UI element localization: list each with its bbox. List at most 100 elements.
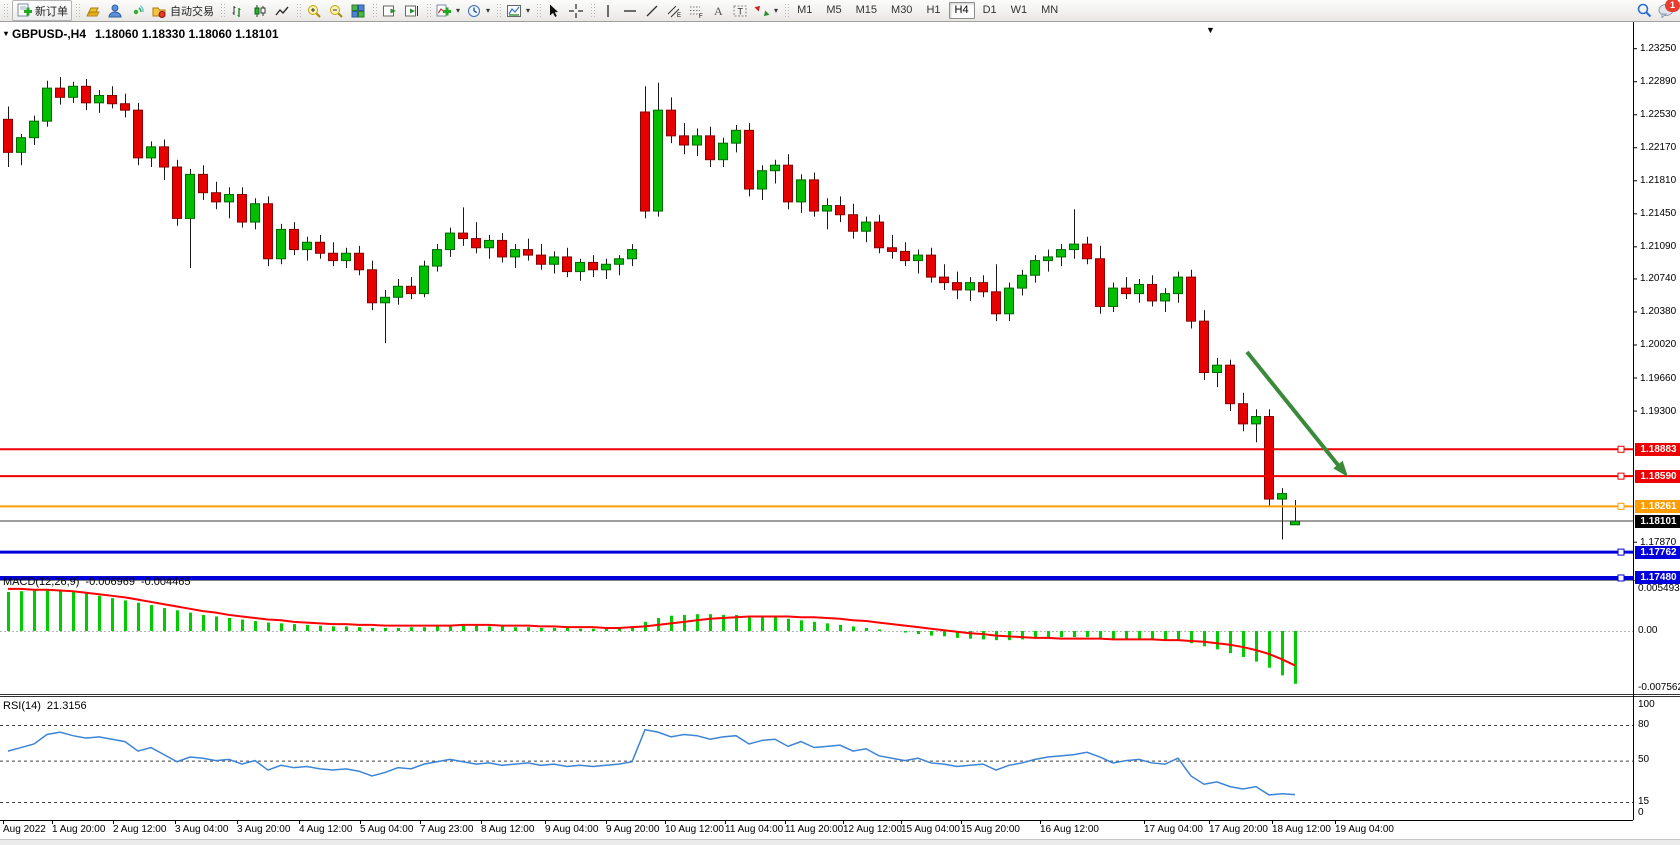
candle-body [459, 233, 468, 239]
toolbar-grip[interactable] [220, 3, 225, 18]
time-axis-label: 18 Aug 12:00 [1272, 824, 1331, 835]
candle-body [732, 130, 741, 143]
vertical-line-icon [600, 3, 616, 19]
candle-body [30, 121, 39, 138]
dropdown-caret: ▾ [526, 6, 530, 15]
time-axis-label: 9 Aug 04:00 [545, 824, 598, 835]
candle-body [758, 171, 767, 189]
templates-button[interactable]: ▾ [503, 1, 533, 20]
timeframe-button-H1[interactable]: H1 [920, 2, 946, 19]
sell-arrow-annotation[interactable] [1247, 352, 1338, 465]
bar-chart-type-button[interactable] [227, 1, 249, 20]
vertical-line-button[interactable] [597, 1, 619, 20]
timeframe-button-M30[interactable]: M30 [885, 2, 918, 19]
svg-text:T: T [738, 6, 744, 16]
horizontal-line-button[interactable] [619, 1, 641, 20]
zoom-in-button[interactable] [303, 1, 325, 20]
toolbar-grip[interactable] [372, 3, 377, 18]
candle-body [563, 257, 572, 272]
toolbar-grip[interactable] [590, 3, 595, 18]
level-line-handle[interactable] [1618, 473, 1624, 479]
toolbar-grip[interactable] [75, 3, 80, 18]
periods-button[interactable]: ▾ [463, 1, 493, 20]
candle-body [797, 180, 806, 202]
gold-button[interactable] [82, 1, 104, 20]
toolbar-grip[interactable] [496, 3, 501, 18]
toolbar-grip[interactable] [426, 3, 431, 18]
timeframe-button-W1[interactable]: W1 [1005, 2, 1034, 19]
macd-indicator-label: MACD(12,26,9)-0.006969-0.004465 [3, 576, 197, 588]
arrows-button[interactable]: ▾ [751, 1, 781, 20]
chart-symbol-period: GBPUSD-,H4 [12, 27, 86, 41]
zoom-out-button[interactable] [325, 1, 347, 20]
candle-body [901, 251, 910, 260]
crosshair-button[interactable] [565, 1, 587, 20]
time-axis-label: 17 Aug 20:00 [1209, 824, 1268, 835]
timeframe-button-M15[interactable]: M15 [850, 2, 883, 19]
chart-canvas[interactable] [0, 0, 1680, 844]
toolbar-grip[interactable] [784, 3, 789, 18]
level-line-handle[interactable] [1618, 503, 1624, 509]
timeframe-button-D1[interactable]: D1 [977, 2, 1003, 19]
candle-body [82, 86, 91, 103]
signal-button[interactable] [126, 1, 148, 20]
trendline-icon [644, 3, 660, 19]
trendline-button[interactable] [641, 1, 663, 20]
text-button[interactable]: A [707, 1, 729, 20]
timeframe-button-M5[interactable]: M5 [820, 2, 847, 19]
timeframe-button-M1[interactable]: M1 [791, 2, 818, 19]
timeframe-button-H4[interactable]: H4 [949, 2, 975, 19]
candle-body [823, 206, 832, 212]
toolbar-grip[interactable] [296, 3, 301, 18]
rsi-axis-label: 0 [1638, 807, 1644, 818]
signal-icon [129, 3, 145, 19]
toolbar-grip[interactable] [3, 3, 8, 18]
cursor-button[interactable] [543, 1, 565, 20]
auto-trading-button[interactable]: 自动交易 [148, 1, 217, 20]
new-order-button[interactable]: 新订单 [12, 0, 72, 21]
search-icon[interactable] [1636, 3, 1652, 19]
candlestick-type-button[interactable] [249, 1, 271, 20]
level-line-handle[interactable] [1618, 549, 1624, 555]
gold-icon [85, 3, 101, 19]
fibonacci-button[interactable]: F [685, 1, 707, 20]
candle-body [342, 253, 351, 260]
rsi-indicator-label: RSI(14)21.3156 [3, 700, 93, 712]
indicators-icon [436, 3, 452, 19]
candle-body [394, 286, 403, 297]
indicators-button[interactable]: ▾ [433, 1, 463, 20]
text-label-button[interactable]: T [729, 1, 751, 20]
candle-body [615, 259, 624, 265]
candlestick-icon [252, 3, 268, 19]
rsi-name: RSI(14) [3, 700, 41, 712]
candle-body [810, 180, 819, 211]
toolbar-grip[interactable] [536, 3, 541, 18]
level-line-handle[interactable] [1618, 446, 1624, 452]
chart-shift-marker-icon[interactable]: ▼ [1206, 25, 1215, 35]
account-button[interactable] [104, 1, 126, 20]
time-axis-label: 15 Aug 20:00 [961, 824, 1020, 835]
candle-body [836, 206, 845, 215]
notification-badge: 1 [1665, 0, 1680, 12]
candle-body [368, 270, 377, 303]
timeframe-bar: M1M5M15M30H1H4D1W1MN [791, 2, 1064, 19]
candle-body [888, 248, 897, 252]
chart-shift-button[interactable] [401, 1, 423, 20]
candle-body [511, 250, 520, 257]
auto-scroll-button[interactable] [379, 1, 401, 20]
channel-button[interactable]: E [663, 1, 685, 20]
timeframe-button-MN[interactable]: MN [1035, 2, 1064, 19]
candle-body [1239, 404, 1248, 424]
svg-text:F: F [699, 14, 703, 19]
line-chart-icon [274, 3, 290, 19]
level-line-handle[interactable] [1618, 575, 1624, 581]
bar-chart-icon [230, 3, 246, 19]
chart-menu-arrow-icon[interactable]: ▾ [4, 29, 8, 38]
line-chart-type-button[interactable] [271, 1, 293, 20]
notifications-button[interactable]: 1 [1658, 3, 1674, 19]
svg-text:E: E [677, 13, 681, 19]
time-axis-label: 16 Aug 12:00 [1040, 824, 1099, 835]
tile-windows-button[interactable] [347, 1, 369, 20]
time-axis-label: Aug 2022 [3, 824, 46, 835]
candle-body [979, 283, 988, 292]
